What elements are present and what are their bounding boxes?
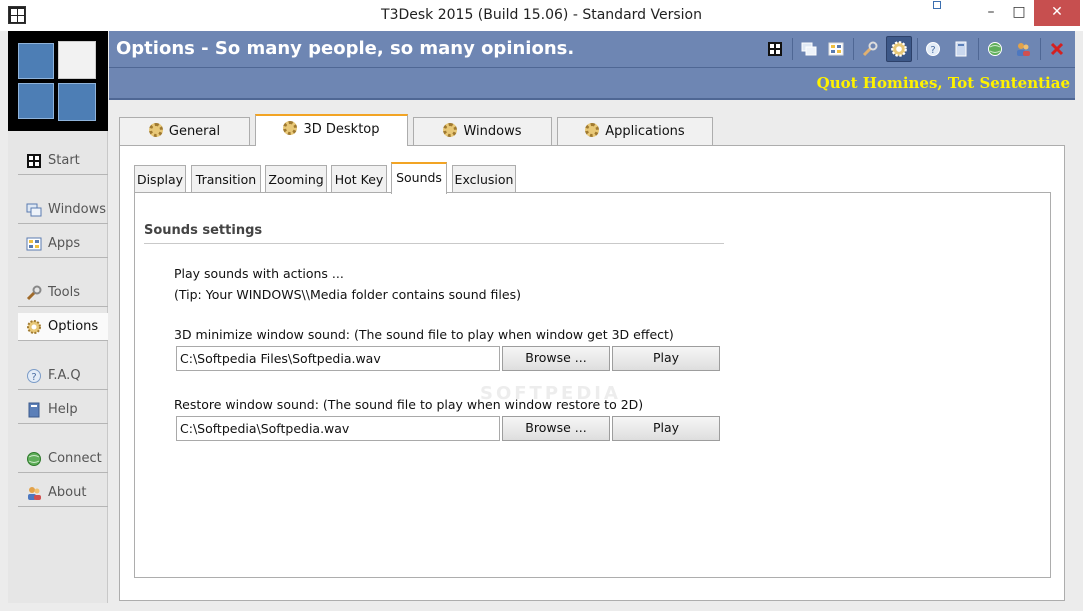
sounds-panel: Sounds settings SOFTPEDIA Play sounds wi… — [134, 192, 1051, 578]
section-divider — [144, 243, 724, 244]
minimize-play-button[interactable]: Play — [612, 346, 720, 371]
apps-icon — [828, 42, 844, 56]
tab-panel-3d-desktop: Display Transition Zooming Hot Key Sound… — [119, 145, 1065, 601]
faq-icon: ? — [926, 42, 940, 56]
gear-icon — [27, 320, 41, 334]
subtab-transition[interactable]: Transition — [191, 165, 261, 193]
exit-x-icon — [1050, 42, 1064, 56]
faq-icon: ? — [27, 369, 41, 383]
subtab-sounds[interactable]: Sounds — [391, 162, 447, 194]
sidebar-item-label: F.A.Q — [48, 368, 81, 383]
tab-3d-desktop[interactable]: 3D Desktop — [255, 114, 408, 146]
tab-windows[interactable]: Windows — [413, 117, 552, 145]
sidebar-item-label: Apps — [48, 236, 81, 251]
window-title: T3Desk 2015 (Build 15.06) - Standard Ver… — [381, 7, 702, 23]
motto-text: Quot Homines, Tot Sententiae — [816, 74, 1070, 92]
sidebar: Start Windows Apps Tools Options ? F.A.Q… — [8, 31, 108, 603]
svg-text:?: ? — [930, 45, 935, 56]
restore-play-button[interactable]: Play — [612, 416, 720, 441]
tab-label: Windows — [463, 124, 522, 139]
wrench-icon — [26, 285, 42, 301]
sidebar-item-connect[interactable]: Connect — [18, 445, 108, 473]
people-icon — [1017, 43, 1030, 56]
toolbar-help-button[interactable] — [948, 36, 974, 62]
subheader-bar: Quot Homines, Tot Sententiae — [109, 68, 1075, 100]
sidebar-item-label: About — [48, 485, 87, 500]
toolbar-apps-button[interactable] — [823, 36, 849, 62]
sidebar-item-help[interactable]: Help — [18, 396, 108, 424]
sidebar-item-label: Start — [48, 153, 80, 168]
sidebar-item-label: Help — [48, 402, 78, 417]
toolbar-windows-button[interactable] — [796, 36, 822, 62]
tab-applications[interactable]: Applications — [557, 117, 713, 145]
windows-icon — [26, 203, 42, 217]
sidebar-item-label: Connect — [48, 451, 102, 466]
sidebar-item-windows[interactable]: Windows — [18, 196, 108, 224]
svg-text:?: ? — [31, 372, 36, 383]
minimize-browse-button[interactable]: Browse ... — [502, 346, 610, 371]
sidebar-item-label: Windows — [48, 202, 107, 217]
tab-label: 3D Desktop — [303, 122, 380, 137]
pin-icon[interactable] — [933, 1, 941, 9]
sidebar-item-label: Options — [48, 319, 99, 334]
toolbar-tools-button[interactable] — [857, 36, 883, 62]
tip-text: (Tip: Your WINDOWS\\Media folder contain… — [174, 287, 521, 302]
windows-icon — [801, 42, 817, 56]
start-icon — [27, 154, 41, 168]
start-icon — [768, 42, 782, 56]
minimize-sound-label: 3D minimize window sound: (The sound fil… — [174, 327, 674, 342]
restore-sound-input[interactable]: C:\Softpedia\Softpedia.wav — [176, 416, 500, 441]
globe-icon — [988, 42, 1002, 56]
maximize-button[interactable]: □ — [1004, 0, 1034, 26]
tab-label: Applications — [605, 124, 685, 139]
subtab-display[interactable]: Display — [134, 165, 186, 193]
title-bar: T3Desk 2015 (Build 15.06) - Standard Ver… — [0, 0, 1083, 31]
sidebar-item-label: Tools — [48, 285, 81, 300]
minimize-sound-input[interactable]: C:\Softpedia Files\Softpedia.wav — [176, 346, 500, 371]
apps-icon — [26, 237, 42, 251]
toolbar-faq-button[interactable]: ? — [920, 36, 946, 62]
restore-browse-button[interactable]: Browse ... — [502, 416, 610, 441]
intro-text: Play sounds with actions ... — [174, 266, 344, 281]
sidebar-item-options[interactable]: Options — [18, 313, 108, 341]
gear-icon — [443, 123, 458, 137]
main-area: General 3D Desktop Windows Applications … — [109, 102, 1075, 603]
toolbar-start-button[interactable] — [762, 36, 788, 62]
gear-icon — [585, 123, 600, 137]
restore-sound-label: Restore window sound: (The sound file to… — [174, 397, 644, 412]
close-button[interactable]: ✕ — [1034, 0, 1080, 26]
help-book-icon — [955, 41, 967, 57]
toolbar-exit-button[interactable] — [1044, 36, 1070, 62]
help-book-icon — [28, 402, 40, 418]
subtab-hot-key[interactable]: Hot Key — [331, 165, 387, 193]
header-bar: Options - So many people, so many opinio… — [109, 31, 1075, 68]
gear-icon — [891, 41, 907, 57]
section-title: Sounds settings — [144, 223, 263, 238]
sidebar-item-tools[interactable]: Tools — [18, 279, 108, 307]
people-icon — [28, 487, 41, 500]
gear-icon — [148, 123, 163, 137]
tab-general[interactable]: General — [119, 117, 250, 145]
page-title: Options - So many people, so many opinio… — [116, 38, 575, 59]
minimize-button[interactable]: – — [976, 0, 1006, 26]
windows-logo — [8, 31, 108, 131]
toolbar-options-button[interactable] — [886, 36, 912, 62]
subtab-exclusion[interactable]: Exclusion — [452, 165, 516, 193]
sidebar-item-about[interactable]: About — [18, 479, 108, 507]
sidebar-item-apps[interactable]: Apps — [18, 230, 108, 258]
subtab-zooming[interactable]: Zooming — [265, 165, 327, 193]
toolbar-connect-button[interactable] — [982, 36, 1008, 62]
sidebar-item-start[interactable]: Start — [18, 147, 108, 175]
wrench-icon — [862, 41, 878, 57]
gear-icon — [283, 121, 298, 135]
toolbar-about-button[interactable] — [1010, 36, 1036, 62]
globe-icon — [27, 452, 41, 466]
sidebar-item-faq[interactable]: ? F.A.Q — [18, 362, 108, 390]
tab-label: General — [168, 124, 221, 139]
